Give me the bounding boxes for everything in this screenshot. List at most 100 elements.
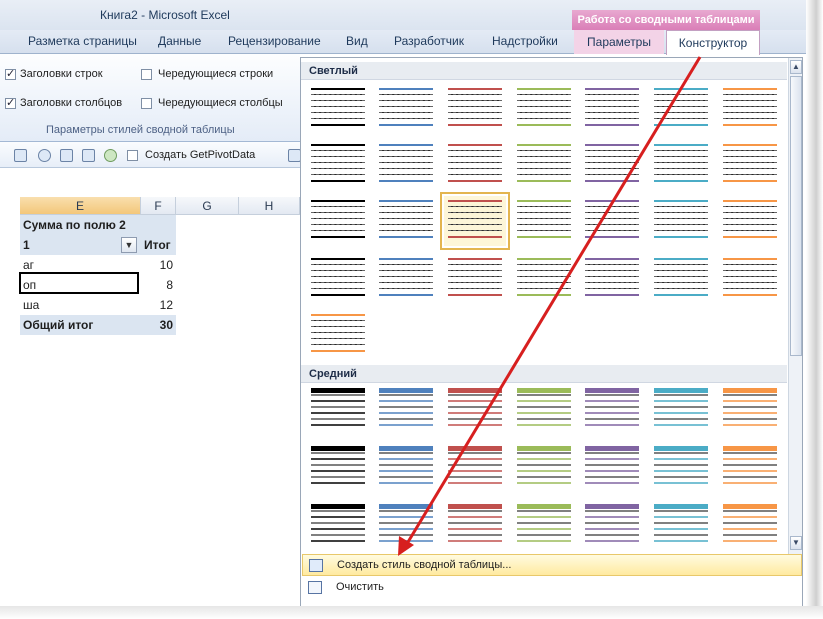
swatch-line bbox=[585, 464, 639, 466]
pivot-style-medium-swatch[interactable] bbox=[444, 384, 506, 434]
scroll-down-icon[interactable]: ▼ bbox=[790, 536, 802, 550]
swatch-line bbox=[311, 218, 365, 219]
pivot-style-light-swatch[interactable] bbox=[513, 196, 575, 246]
pivot-style-light-swatch[interactable] bbox=[444, 254, 506, 304]
pivot-fields-icon[interactable] bbox=[14, 149, 27, 162]
pivot-total-header[interactable]: Итог bbox=[141, 235, 174, 255]
pivot-style-light-swatch[interactable] bbox=[307, 254, 369, 304]
swatch-line bbox=[448, 156, 502, 157]
checkbox-banded-rows[interactable] bbox=[141, 69, 152, 80]
swatch-line bbox=[311, 144, 365, 146]
tab-data[interactable]: Данные bbox=[158, 34, 201, 48]
tab-developer[interactable]: Разработчик bbox=[394, 34, 464, 48]
pivot-style-light-swatch[interactable] bbox=[650, 196, 712, 246]
pivot-style-medium-swatch[interactable] bbox=[444, 500, 506, 550]
scroll-up-icon[interactable]: ▲ bbox=[790, 60, 802, 74]
pivot-style-light-swatch[interactable] bbox=[581, 84, 643, 134]
pivot-style-medium-swatch[interactable] bbox=[375, 384, 437, 434]
tab-page-layout[interactable]: Разметка страницы bbox=[28, 34, 137, 48]
pivot-style-medium-swatch[interactable] bbox=[513, 442, 575, 492]
tab-view[interactable]: Вид bbox=[346, 34, 368, 48]
pivot-row-value[interactable]: 8 bbox=[141, 275, 176, 295]
pivot-row-item[interactable]: ша bbox=[20, 295, 42, 315]
pivot-style-light-swatch[interactable] bbox=[375, 254, 437, 304]
pivot-style-light-swatch[interactable] bbox=[581, 254, 643, 304]
pivot-style-light-swatch[interactable] bbox=[650, 84, 712, 134]
checkbox-getpivotdata[interactable] bbox=[127, 150, 138, 161]
column-header-h[interactable]: H bbox=[239, 197, 300, 215]
pivot-style-light-swatch[interactable] bbox=[513, 84, 575, 134]
pivot-style-medium-swatch[interactable] bbox=[581, 384, 643, 434]
pivot-style-light-swatch[interactable] bbox=[444, 140, 506, 190]
tab-review[interactable]: Рецензирование bbox=[228, 34, 321, 48]
pivot-style-medium-swatch[interactable] bbox=[307, 442, 369, 492]
pivot-style-light-swatch[interactable] bbox=[719, 196, 781, 246]
pivot-style-light-swatch[interactable] bbox=[375, 140, 437, 190]
pivot-grand-total-value[interactable]: 30 bbox=[141, 315, 176, 335]
swatch-line bbox=[448, 162, 502, 163]
ribbon-tabs: Разметка страницы Данные Рецензирование … bbox=[0, 30, 823, 55]
pivot-style-light-swatch[interactable] bbox=[375, 84, 437, 134]
pivot-style-light-swatch[interactable] bbox=[375, 196, 437, 246]
clear-style-menu-item[interactable]: Очистить bbox=[302, 577, 802, 599]
pivot-style-light-swatch[interactable] bbox=[719, 140, 781, 190]
filter-dropdown-icon[interactable]: ▼ bbox=[121, 237, 137, 253]
pivot-style-light-swatch[interactable] bbox=[650, 254, 712, 304]
swatch-line bbox=[723, 406, 777, 408]
pivot-data-field-title[interactable]: Сумма по полю 2 bbox=[20, 215, 129, 235]
column-header-e[interactable]: E bbox=[20, 197, 141, 215]
pivot-style-medium-swatch[interactable] bbox=[719, 500, 781, 550]
pivot-style-medium-swatch[interactable] bbox=[650, 500, 712, 550]
pivot-style-light-swatch[interactable] bbox=[307, 140, 369, 190]
pivot-style-medium-swatch[interactable] bbox=[581, 500, 643, 550]
pivot-style-light-swatch[interactable] bbox=[650, 140, 712, 190]
pivot-style-medium-swatch[interactable] bbox=[650, 384, 712, 434]
pivot-style-medium-swatch[interactable] bbox=[375, 500, 437, 550]
pivot-style-light-swatch[interactable] bbox=[581, 196, 643, 246]
pivot-style-medium-swatch[interactable] bbox=[375, 442, 437, 492]
pivot-row-value[interactable]: 10 bbox=[141, 255, 176, 275]
tab-pivot-design[interactable]: Конструктор bbox=[666, 30, 760, 55]
pivot-style-light-swatch[interactable] bbox=[581, 140, 643, 190]
pivot-style-medium-swatch[interactable] bbox=[513, 500, 575, 550]
zoom-icon[interactable] bbox=[38, 149, 51, 162]
pivot-style-light-swatch[interactable] bbox=[440, 192, 510, 250]
swatch-line bbox=[379, 418, 433, 420]
refresh-icon[interactable] bbox=[60, 149, 73, 162]
column-header-g[interactable]: G bbox=[176, 197, 239, 215]
pivot-style-medium-swatch[interactable] bbox=[444, 442, 506, 492]
checkbox-banded-columns[interactable] bbox=[141, 98, 152, 109]
swatch-line bbox=[585, 510, 639, 512]
circle-icon[interactable] bbox=[104, 149, 117, 162]
pivot-style-light-swatch[interactable] bbox=[513, 254, 575, 304]
swatch-line bbox=[654, 264, 708, 265]
pivot-style-light-swatch[interactable] bbox=[719, 84, 781, 134]
checkbox-column-headers[interactable] bbox=[5, 96, 16, 109]
pivot-style-light-swatch[interactable] bbox=[307, 84, 369, 134]
pivot-style-medium-swatch[interactable] bbox=[513, 384, 575, 434]
pivot-style-medium-swatch[interactable] bbox=[307, 384, 369, 434]
pivot-grand-total-label[interactable]: Общий итог bbox=[20, 315, 96, 335]
pivot-style-light-swatch[interactable] bbox=[513, 140, 575, 190]
gallery-scrollbar[interactable]: ▲ ▼ bbox=[788, 58, 802, 554]
tab-pivot-options[interactable]: Параметры bbox=[574, 30, 664, 54]
pivot-style-light-swatch[interactable] bbox=[307, 196, 369, 246]
pivot-row-label[interactable]: 1 bbox=[20, 235, 33, 255]
pivot-table-icon[interactable] bbox=[82, 149, 95, 162]
column-header-f[interactable]: F bbox=[141, 197, 176, 215]
swatch-line bbox=[379, 112, 433, 113]
pivot-style-medium-swatch[interactable] bbox=[719, 442, 781, 492]
pivot-style-medium-swatch[interactable] bbox=[307, 500, 369, 550]
create-pivot-style-menu-item[interactable]: Создать стиль сводной таблицы... bbox=[302, 554, 802, 576]
pivot-style-light-swatch[interactable] bbox=[444, 84, 506, 134]
swatch-line bbox=[311, 452, 365, 454]
pivot-style-light-swatch[interactable] bbox=[719, 254, 781, 304]
scroll-thumb[interactable] bbox=[790, 76, 802, 356]
pivot-style-medium-swatch[interactable] bbox=[581, 442, 643, 492]
pivot-style-medium-swatch[interactable] bbox=[650, 442, 712, 492]
pivot-row-value[interactable]: 12 bbox=[141, 295, 176, 315]
pivot-style-medium-swatch[interactable] bbox=[719, 384, 781, 434]
tab-addins[interactable]: Надстройки bbox=[492, 34, 558, 48]
pivot-style-light-swatch[interactable] bbox=[307, 310, 369, 360]
checkbox-row-headers[interactable] bbox=[5, 67, 16, 80]
